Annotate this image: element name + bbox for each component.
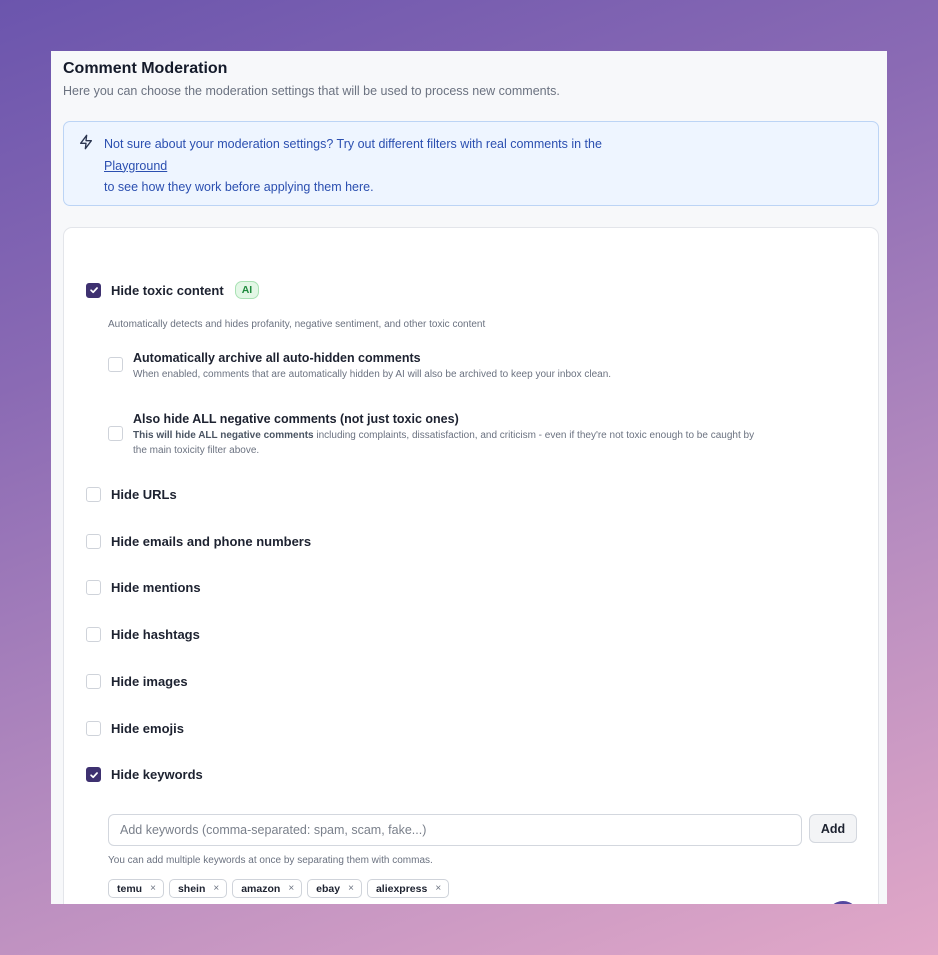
moderation-panel: Comment Moderation Here you can choose t… bbox=[51, 51, 887, 904]
keywords-input[interactable] bbox=[108, 814, 802, 846]
moderation-settings-card: Hide toxic content AI Automatically dete… bbox=[63, 227, 879, 904]
lightning-icon bbox=[80, 134, 92, 150]
playground-info-banner: Not sure about your moderation settings?… bbox=[63, 121, 879, 206]
hide-negative-desc: This will hide ALL negative comments inc… bbox=[133, 428, 873, 458]
keyword-chip: shein × bbox=[168, 879, 228, 898]
hide-hashtags-checkbox[interactable] bbox=[86, 627, 101, 642]
archive-hidden-checkbox[interactable] bbox=[108, 357, 123, 372]
hide-hashtags-label: Hide hashtags bbox=[111, 627, 200, 642]
keyword-chip-label: temu bbox=[117, 882, 143, 895]
page-title: Comment Moderation bbox=[63, 60, 228, 77]
keyword-chip: temu × bbox=[108, 879, 164, 898]
playground-link[interactable]: Playground bbox=[104, 156, 602, 178]
toxic-content-option[interactable]: Hide toxic content AI bbox=[86, 281, 260, 299]
hide-mentions-option[interactable]: Hide mentions bbox=[86, 580, 201, 595]
hide-urls-option[interactable]: Hide URLs bbox=[86, 487, 177, 502]
hide-emojis-checkbox[interactable] bbox=[86, 721, 101, 736]
hide-urls-label: Hide URLs bbox=[111, 487, 177, 502]
remove-keyword-icon[interactable]: × bbox=[288, 883, 294, 894]
hide-images-label: Hide images bbox=[111, 674, 188, 689]
remove-keyword-icon[interactable]: × bbox=[435, 883, 441, 894]
hide-emails-label: Hide emails and phone numbers bbox=[111, 534, 312, 549]
add-keyword-button[interactable]: Add bbox=[809, 814, 857, 843]
hide-images-checkbox[interactable] bbox=[86, 674, 101, 689]
hide-hashtags-option[interactable]: Hide hashtags bbox=[86, 627, 200, 642]
archive-hidden-desc: When enabled, comments that are automati… bbox=[133, 369, 612, 380]
hide-negative-desc-line2: the main toxicity filter above. bbox=[133, 445, 260, 456]
hide-emojis-label: Hide emojis bbox=[111, 721, 184, 736]
hide-negative-checkbox[interactable] bbox=[108, 426, 123, 441]
hide-keywords-option[interactable]: Hide keywords bbox=[86, 767, 203, 782]
ai-badge: AI bbox=[234, 281, 260, 299]
keyword-chip: aliexpress × bbox=[366, 879, 450, 898]
keyword-chip-label: amazon bbox=[241, 882, 281, 895]
hide-negative-desc-bold: This will hide ALL negative comments bbox=[133, 430, 314, 441]
info-text: Not sure about your moderation settings?… bbox=[104, 134, 602, 199]
hide-urls-checkbox[interactable] bbox=[86, 487, 101, 502]
toxic-content-checkbox[interactable] bbox=[86, 282, 101, 298]
hide-negative-desc-line1: including complaints, dissatisfaction, a… bbox=[313, 430, 755, 441]
info-line-3: to see how they work before applying the… bbox=[104, 180, 374, 194]
info-line-1: Not sure about your moderation settings?… bbox=[104, 137, 602, 151]
checkmark-icon bbox=[89, 771, 98, 778]
hide-emojis-option[interactable]: Hide emojis bbox=[86, 721, 184, 736]
hide-emails-checkbox[interactable] bbox=[86, 534, 101, 549]
remove-keyword-icon[interactable]: × bbox=[213, 883, 219, 894]
checkmark-icon bbox=[89, 287, 98, 294]
remove-keyword-icon[interactable]: × bbox=[348, 883, 354, 894]
hide-emails-option[interactable]: Hide emails and phone numbers bbox=[86, 534, 311, 549]
hide-negative-title: Also hide ALL negative comments (not jus… bbox=[133, 412, 459, 426]
hide-images-option[interactable]: Hide images bbox=[86, 674, 188, 689]
keyword-chip-label: shein bbox=[177, 882, 206, 895]
keyword-chips: temu × shein × amazon × ebay × aliexpres… bbox=[108, 879, 450, 898]
page-subtitle: Here you can choose the moderation setti… bbox=[63, 84, 560, 98]
keyword-chip-label: ebay bbox=[316, 882, 341, 895]
toxic-content-helper: Automatically detects and hides profanit… bbox=[108, 319, 486, 330]
keyword-chip-label: aliexpress bbox=[375, 882, 428, 895]
hide-keywords-label: Hide keywords bbox=[111, 767, 203, 782]
archive-hidden-title: Automatically archive all auto-hidden co… bbox=[133, 351, 421, 365]
hide-keywords-checkbox[interactable] bbox=[86, 767, 101, 782]
keyword-chip: amazon × bbox=[232, 879, 303, 898]
remove-keyword-icon[interactable]: × bbox=[150, 883, 156, 894]
keywords-helper: You can add multiple keywords at once by… bbox=[108, 855, 433, 866]
toxic-content-label: Hide toxic content bbox=[111, 282, 224, 298]
hide-mentions-label: Hide mentions bbox=[111, 580, 201, 595]
keyword-chip: ebay × bbox=[307, 879, 362, 898]
hide-mentions-checkbox[interactable] bbox=[86, 580, 101, 595]
